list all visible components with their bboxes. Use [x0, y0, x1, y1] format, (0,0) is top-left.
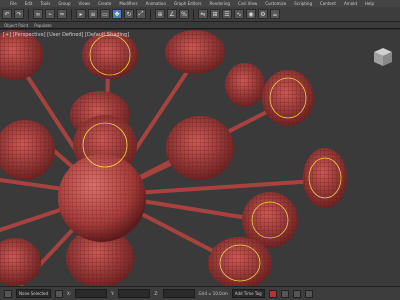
status-bar: None Selected X: Y: Z: Grid = 10.0cm Add… [0, 286, 400, 300]
maxscript-listener-icon[interactable] [4, 289, 12, 298]
unlink-icon[interactable]: ⌁ [45, 9, 55, 19]
grid-status: Grid = 10.0cm [198, 291, 228, 296]
menu-graph-editors[interactable]: Graph Editors [174, 1, 201, 6]
menu-customize[interactable]: Customize [265, 1, 286, 6]
menu-views[interactable]: Views [79, 1, 91, 6]
next-frame-icon[interactable] [304, 289, 313, 298]
tab-object-paint[interactable]: Object Paint [4, 23, 28, 28]
menu-scripting[interactable]: Scripting [294, 1, 312, 6]
z-label: Z: [154, 291, 159, 296]
toolbar-divider [28, 8, 29, 20]
curve-editor-icon[interactable]: ∿ [234, 9, 244, 19]
x-label: X: [67, 291, 72, 296]
z-coordinate-field[interactable] [162, 289, 195, 298]
menu-tools[interactable]: Tools [40, 1, 50, 6]
menu-help[interactable]: Help [365, 1, 374, 6]
material-editor-icon[interactable]: ◉ [246, 9, 256, 19]
percent-snap-icon[interactable]: % [179, 9, 189, 19]
menu-civil-view[interactable]: Civil View [238, 1, 257, 6]
rectangle-selection-icon[interactable]: ▭ [100, 9, 110, 19]
select-scale-icon[interactable]: ⤢ [136, 9, 146, 19]
toolbar-divider [71, 8, 72, 20]
menu-edit[interactable]: Edit [25, 1, 33, 6]
undo-icon[interactable]: ↶ [2, 9, 12, 19]
set-key-button[interactable] [280, 289, 289, 298]
select-object-icon[interactable]: ▸ [76, 9, 86, 19]
menu-create[interactable]: Create [98, 1, 111, 6]
menu-file[interactable]: File [10, 1, 17, 6]
menu-arnold[interactable]: Arnold [344, 1, 357, 6]
menu-modifiers[interactable]: Modifiers [119, 1, 137, 6]
central-sphere [58, 154, 146, 242]
menu-content[interactable]: Content [320, 1, 336, 6]
x-coordinate-field[interactable] [75, 289, 108, 298]
render-setup-icon[interactable]: ⚙ [258, 9, 268, 19]
toolbar-divider [150, 8, 151, 20]
redo-icon[interactable]: ↷ [14, 9, 24, 19]
menu-animation[interactable]: Animation [146, 1, 166, 6]
align-icon[interactable]: ⊞ [210, 9, 220, 19]
viewcube-icon[interactable] [372, 46, 394, 68]
play-icon[interactable] [292, 289, 301, 298]
layer-icon[interactable]: ☰ [222, 9, 232, 19]
scene-render [0, 30, 347, 286]
menu-group[interactable]: Group [58, 1, 70, 6]
select-by-name-icon[interactable]: ≡ [88, 9, 98, 19]
angle-snap-icon[interactable]: ∠ [167, 9, 177, 19]
lock-selection-icon[interactable] [55, 289, 64, 298]
main-toolbar: ↶ ↷ ∞ ⌁ ≈ ▸ ≡ ▭ ✥ ↻ ⤢ ⊕ ∠ % ⇋ ⊞ ☰ ∿ ◉ ⚙ … [0, 7, 400, 22]
viewport-label[interactable]: [+] [Perspective] [User Defined] [Defaul… [3, 32, 129, 38]
menu-rendering[interactable]: Rendering [210, 1, 230, 6]
select-rotate-icon[interactable]: ↻ [124, 9, 134, 19]
select-move-icon[interactable]: ✥ [112, 9, 122, 19]
ribbon-tabs: Object Paint Populate [0, 22, 400, 29]
menu-bar: File Edit Tools Group Views Create Modif… [0, 0, 400, 7]
selection-status: None Selected [16, 289, 52, 298]
y-label: Y: [111, 291, 115, 296]
auto-key-button[interactable] [268, 289, 277, 298]
bind-icon[interactable]: ≈ [57, 9, 67, 19]
add-time-tag-button[interactable]: Add Time Tag [231, 289, 265, 298]
toolbar-divider [193, 8, 194, 20]
y-coordinate-field[interactable] [118, 289, 151, 298]
mirror-icon[interactable]: ⇋ [198, 9, 208, 19]
tab-populate[interactable]: Populate [34, 23, 51, 28]
snap-toggle-icon[interactable]: ⊕ [155, 9, 165, 19]
perspective-viewport[interactable]: [+] [Perspective] [User Defined] [Defaul… [0, 30, 400, 286]
flower-heads [0, 30, 347, 286]
render-icon[interactable]: ☕ [270, 9, 280, 19]
link-icon[interactable]: ∞ [33, 9, 43, 19]
